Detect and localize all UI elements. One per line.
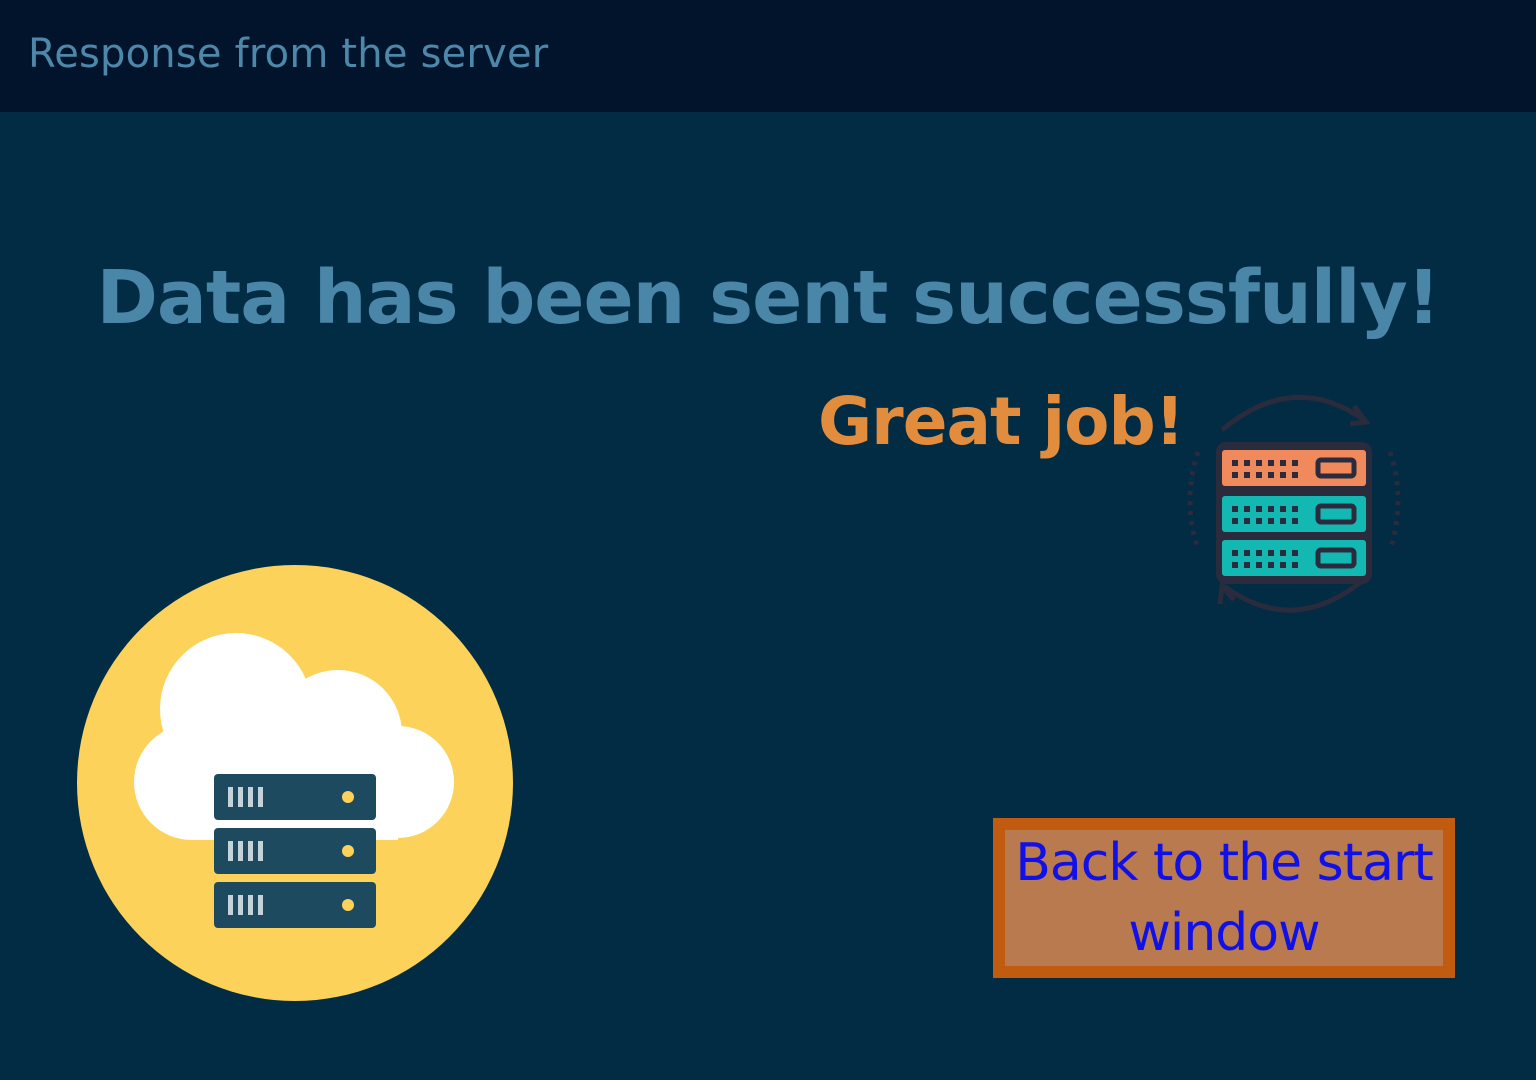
success-headline: Data has been sent successfully! <box>96 255 1440 341</box>
back-button-face[interactable]: Back to the start window <box>1005 830 1443 966</box>
back-to-start-button[interactable]: Back to the start window <box>993 818 1455 978</box>
main-panel: Data has been sent successfully! Great j… <box>0 112 1536 1080</box>
title-bar: Response from the server <box>0 0 1536 112</box>
window-title: Response from the server <box>28 31 549 77</box>
praise-text: Great job! <box>818 383 1185 460</box>
cloud-server-icon <box>77 565 513 1001</box>
server-sync-icon <box>1187 394 1401 613</box>
back-button-label: Back to the start window <box>1015 833 1433 963</box>
